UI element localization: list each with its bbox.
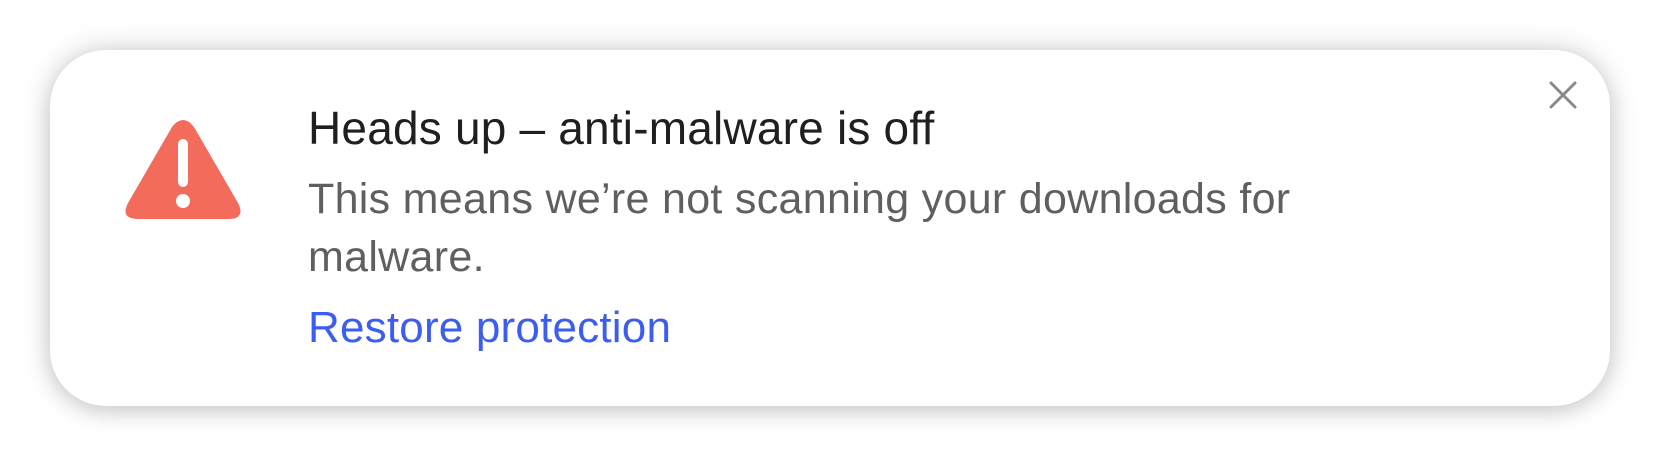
- notification-title: Heads up – anti-malware is off: [308, 102, 935, 154]
- close-icon: [1549, 81, 1577, 109]
- restore-protection-link[interactable]: Restore protection: [308, 300, 671, 356]
- close-button[interactable]: [1542, 74, 1584, 116]
- notification-content: Heads up – anti-malware is off This mean…: [308, 100, 1508, 356]
- notification-message: This means we’re not scanning your downl…: [308, 175, 1291, 281]
- notification-card: Heads up – anti-malware is off This mean…: [50, 50, 1610, 406]
- page-background: Heads up – anti-malware is off This mean…: [0, 0, 1665, 459]
- warning-triangle-icon: [124, 117, 242, 225]
